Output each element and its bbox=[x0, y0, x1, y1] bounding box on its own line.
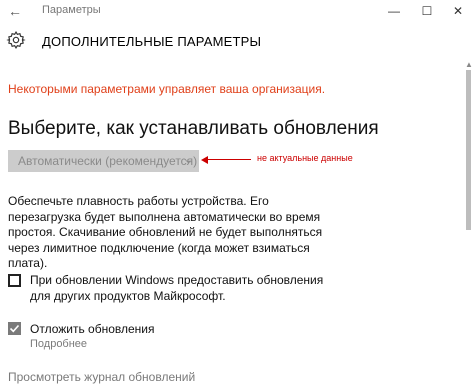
maximize-button[interactable]: ☐ bbox=[417, 2, 437, 20]
annotation-text: не актуальные данные bbox=[257, 153, 353, 163]
install-mode-dropdown[interactable]: Автоматически (рекомендуется) ⌄ bbox=[8, 150, 199, 172]
close-button[interactable]: ✕ bbox=[448, 2, 468, 20]
chevron-down-icon: ⌄ bbox=[183, 154, 193, 166]
back-button[interactable]: ← bbox=[6, 2, 24, 20]
annotation-arrow-line bbox=[207, 159, 251, 160]
window-title: Параметры bbox=[42, 4, 101, 16]
page-header: ДОПОЛНИТЕЛЬНЫЕ ПАРАМЕТРЫ bbox=[0, 28, 474, 54]
learn-more-link[interactable]: Подробнее bbox=[30, 338, 87, 350]
annotation-arrow-head bbox=[201, 156, 208, 164]
scroll-up-arrow[interactable]: ▲ bbox=[465, 60, 473, 69]
org-managed-warning: Некоторыми параметрами управляет ваша ор… bbox=[8, 82, 326, 96]
gear-icon bbox=[6, 30, 26, 50]
update-history-link[interactable]: Просмотреть журнал обновлений bbox=[8, 370, 195, 384]
title-bar: ← Параметры — ☐ ✕ bbox=[0, 0, 474, 22]
scrollbar-thumb[interactable] bbox=[466, 70, 471, 230]
dropdown-selected-value: Автоматически (рекомендуется) bbox=[18, 154, 198, 168]
defer-updates-label[interactable]: Отложить обновления bbox=[30, 321, 155, 337]
other-products-label[interactable]: При обновлении Windows предоставить обно… bbox=[30, 272, 330, 304]
other-products-checkbox[interactable] bbox=[8, 274, 21, 287]
checkmark-icon bbox=[9, 324, 20, 333]
section-heading: Выберите, как устанавливать обновления bbox=[8, 118, 379, 139]
page-title: ДОПОЛНИТЕЛЬНЫЕ ПАРАМЕТРЫ bbox=[42, 34, 262, 49]
defer-updates-checkbox[interactable] bbox=[8, 322, 21, 335]
minimize-button[interactable]: — bbox=[384, 2, 404, 20]
update-description: Обеспечьте плавность работы устройства. … bbox=[8, 194, 323, 270]
